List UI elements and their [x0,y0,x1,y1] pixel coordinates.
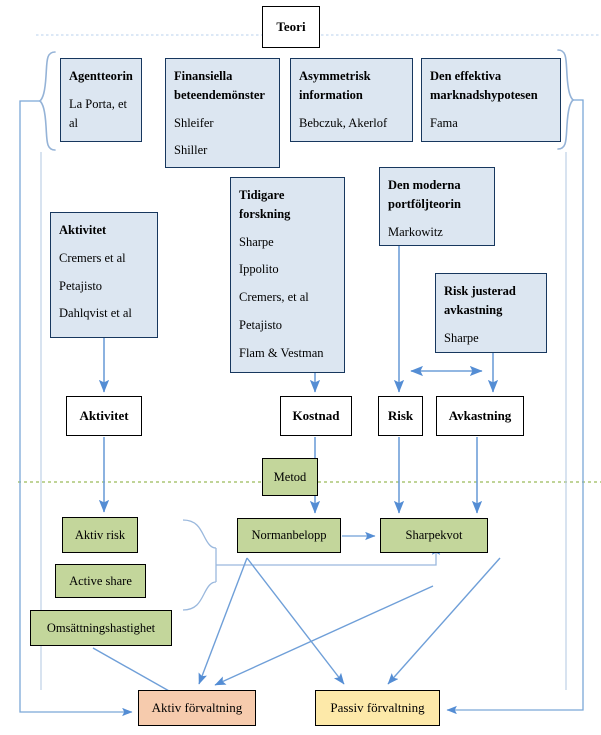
box-risk-label: Risk [387,408,414,424]
box-aktivitet-teori-item-2: Dahlqvist et al [59,306,132,321]
box-aktivitet-label: Aktivitet [79,408,129,424]
box-agentteorin[interactable]: Agentteorin La Porta, et al [60,58,142,142]
box-asymmetrisk-information[interactable]: Asymmetrisk information Bebczuk, Akerlof [290,58,413,142]
box-effektiva-header: Den effektiva marknadshypotesen [430,69,538,102]
box-finansiella-item-0: Shleifer [174,115,214,130]
arrow-cross-to-aktiv [198,557,248,685]
box-asymmetrisk-item-0: Bebczuk, Akerlof [299,115,388,130]
box-den-moderna-portfoljteorin[interactable]: Den moderna portföljteorin Markowitz [379,167,495,246]
box-den-effektiva-marknadshypotesen[interactable]: Den effektiva marknadshypotesen Fama [421,58,561,142]
box-tidigare-forskning-item-0: Sharpe [239,234,274,249]
box-passiv-forvaltning[interactable]: Passiv förvaltning [315,690,440,726]
box-risk-justerad-avkastning[interactable]: Risk justerad avkastning Sharpe [435,273,547,353]
box-metod-label: Metod [273,469,307,484]
box-passiv-forvaltning-label: Passiv förvaltning [330,700,425,716]
box-sharpekvot-label: Sharpekvot [405,528,463,543]
box-normanbelopp[interactable]: Normanbelopp [237,518,341,553]
box-sharpekvot[interactable]: Sharpekvot [380,518,488,553]
box-tidigare-forskning[interactable]: Tidigare forskning Sharpe Ippolito Creme… [230,177,345,373]
box-tidigare-forskning-header: Tidigare forskning [239,188,291,221]
box-finansiella-beteendemonster[interactable]: Finansiella beteendemönster Shleifer Shi… [165,58,280,168]
box-aktivitet-teori-header: Aktivitet [59,223,107,237]
arrow-sharpekvot-to-aktiv [214,585,434,686]
box-metod[interactable]: Metod [262,458,318,496]
box-active-share-label: Active share [69,573,132,588]
box-effektiva-item-0: Fama [430,115,458,130]
box-omsattningshastighet-label: Omsättningshastighet [46,620,156,635]
box-risk[interactable]: Risk [378,396,423,436]
diagram-canvas: Teori Agentteorin La Porta, et al Finans… [0,0,601,735]
box-aktivitet-teori-item-1: Petajisto [59,278,103,293]
box-tidigare-forskning-item-3: Petajisto [239,317,283,332]
box-asymmetrisk-header: Asymmetrisk information [299,69,371,102]
box-aktivitet-teori[interactable]: Aktivitet Cremers et al Petajisto Dahlqv… [50,212,158,338]
arrow-cross-to-passiv [246,557,345,685]
brace-left [38,51,56,151]
box-agentteorin-item-0: La Porta, et al [69,96,127,130]
bracket-metrics-upper [182,519,217,549]
box-agentteorin-header: Agentteorin [69,69,133,83]
box-avkastning-label: Avkastning [448,408,512,424]
arrow-right-to-passiv [387,557,501,685]
box-riskjusterad-header: Risk justerad avkastning [444,284,516,317]
box-aktiv-risk-label: Aktiv risk [74,527,126,542]
box-aktiv-risk[interactable]: Aktiv risk [62,517,138,553]
box-aktivitet[interactable]: Aktivitet [66,396,142,436]
box-teori[interactable]: Teori [262,6,320,48]
box-tidigare-forskning-item-2: Cremers, et al [239,290,309,304]
box-portfoljteorin-header: Den moderna portföljteorin [388,178,461,211]
box-finansiella-item-1: Shiller [174,143,208,158]
box-aktiv-forvaltning[interactable]: Aktiv förvaltning [138,690,256,726]
box-tidigare-forskning-item-4: Flam & Vestman [239,345,324,360]
box-kostnad-label: Kostnad [292,408,340,424]
box-omsattningshastighet[interactable]: Omsättningshastighet [30,610,172,646]
bracket-metrics-lower [182,581,217,611]
box-tidigare-forskning-item-1: Ippolito [239,262,279,277]
box-active-share[interactable]: Active share [55,564,146,598]
box-teori-label: Teori [276,19,306,35]
box-aktiv-forvaltning-label: Aktiv förvaltning [151,700,243,716]
box-riskjusterad-item-0: Sharpe [444,330,479,345]
box-aktivitet-teori-item-0: Cremers et al [59,250,126,265]
box-normanbelopp-label: Normanbelopp [251,528,327,543]
box-kostnad[interactable]: Kostnad [280,396,352,436]
box-portfoljteorin-item-0: Markowitz [388,224,443,239]
box-avkastning[interactable]: Avkastning [436,396,524,436]
box-finansiella-header: Finansiella beteendemönster [174,69,265,102]
